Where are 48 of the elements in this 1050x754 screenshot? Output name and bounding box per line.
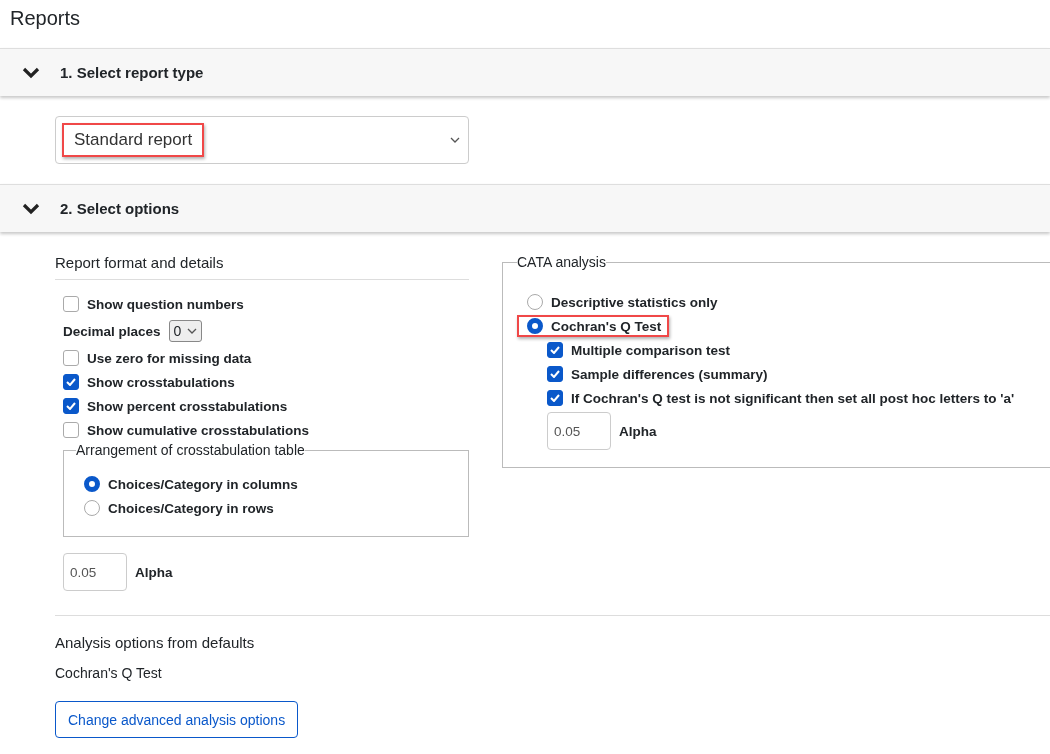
page-title: Reports — [9, 6, 82, 31]
alpha-input[interactable]: 0.05 — [547, 412, 611, 450]
check-icon — [550, 346, 560, 354]
radio-label: Descriptive statistics only — [551, 294, 718, 310]
checkbox-label: Show question numbers — [87, 296, 244, 312]
checkbox[interactable] — [63, 296, 79, 312]
radio-label: Choices/Category in columns — [108, 476, 298, 492]
checkbox[interactable] — [63, 422, 79, 438]
checkbox[interactable] — [63, 398, 79, 414]
section-header[interactable]: 1. Select report type — [0, 48, 1050, 96]
checkbox-label: Multiple comparison test — [571, 342, 731, 358]
check-icon — [550, 394, 560, 402]
radio-button[interactable] — [84, 500, 100, 516]
checkbox[interactable] — [63, 350, 79, 366]
radio-label: Choices/Category in rows — [108, 500, 274, 516]
checkbox-label: Sample differences (summary) — [571, 366, 768, 382]
field-label: Alpha — [135, 564, 173, 580]
checkbox-label: Use zero for missing data — [87, 350, 252, 366]
radio-button[interactable] — [84, 476, 100, 492]
change-options-button[interactable]: Change advanced analysis options — [55, 701, 299, 738]
section-heading: Analysis options from defaults — [55, 634, 256, 651]
check-icon — [66, 378, 76, 386]
checkbox[interactable] — [547, 342, 563, 358]
group-legend: Arrangement of crosstabulation table — [76, 442, 305, 458]
defaults-text: Cochran's Q Test — [55, 665, 163, 681]
report-type-select[interactable]: Standard report — [55, 116, 469, 164]
section-header[interactable]: 2. Select options — [0, 184, 1050, 232]
checkbox-label: Show percent crosstabulations — [87, 398, 288, 414]
selected-value: Standard report — [62, 123, 205, 157]
checkbox[interactable] — [63, 374, 79, 390]
decimal-select[interactable]: 0 — [168, 320, 203, 342]
radio-label: Cochran's Q Test — [551, 318, 662, 334]
radio-button[interactable] — [527, 294, 543, 310]
caret-icon — [450, 137, 460, 143]
alpha-input[interactable]: 0.05 — [63, 553, 127, 591]
checkbox-label: If Cochran's Q test is not significant then set all post hoc letters to 'a' — [571, 390, 1015, 406]
caret-icon — [187, 328, 198, 334]
check-icon — [66, 402, 76, 410]
checkbox[interactable] — [547, 366, 563, 382]
checkbox[interactable] — [547, 390, 563, 406]
checkbox-label: Show cumulative crosstabulations — [87, 422, 310, 438]
panel-heading: Report format and details — [55, 254, 469, 280]
field-label: Alpha — [619, 423, 657, 439]
radio-button[interactable] — [527, 318, 543, 334]
check-icon — [550, 370, 560, 378]
group-legend: CATA analysis — [517, 254, 606, 270]
field-label: Decimal places — [63, 323, 161, 339]
checkbox-label: Show crosstabulations — [87, 374, 235, 390]
